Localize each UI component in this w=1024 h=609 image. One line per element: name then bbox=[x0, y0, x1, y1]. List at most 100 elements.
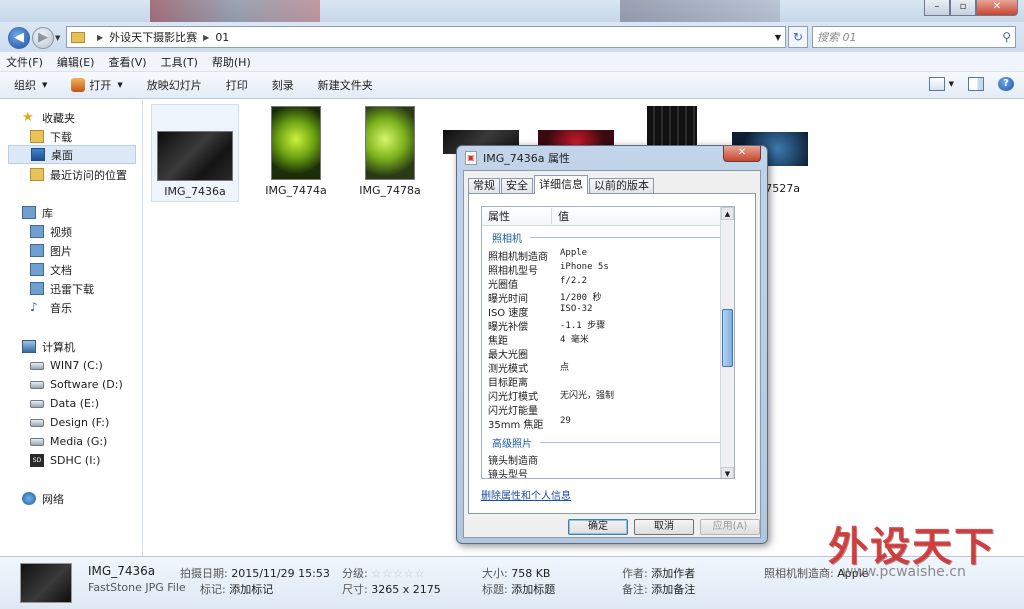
sidebar-item-desktop[interactable]: 桌面 bbox=[8, 145, 136, 164]
tags-value[interactable]: 添加标记 bbox=[229, 583, 273, 596]
forward-button[interactable]: ▶ bbox=[32, 27, 54, 49]
group-divider bbox=[540, 442, 722, 443]
property-row[interactable]: 最大光圈 bbox=[488, 346, 560, 361]
property-list: 属性 值 照相机 照相机制造商 Apple 照相机型号 iPhone 5s 光圈值 f… bbox=[481, 206, 735, 479]
dimensions-label: 尺寸: bbox=[342, 583, 368, 596]
back-button[interactable]: ◀ bbox=[8, 27, 30, 49]
ok-button[interactable]: 确定 bbox=[568, 519, 628, 535]
property-row[interactable]: ISO 速度 ISO-32 bbox=[488, 304, 593, 319]
tab-previous-versions[interactable]: 以前的版本 bbox=[589, 178, 654, 194]
address-bar-row: ◀ ▶ ▼ ▶ 外设天下摄影比赛 ▶ 01 ▼ ↻ 搜索 01 ⚲ bbox=[0, 22, 1024, 52]
close-window-button[interactable]: ✕ bbox=[976, 0, 1018, 16]
scroll-up-icon[interactable]: ▲ bbox=[721, 207, 734, 220]
maximize-button[interactable]: ▫ bbox=[950, 0, 976, 16]
slideshow-button[interactable]: 放映幻灯片 bbox=[147, 77, 202, 93]
command-bar: 组织 ▼ 打开 ▼ 放映幻灯片 打印 刻录 新建文件夹 ▼ ? bbox=[0, 72, 1024, 99]
property-row[interactable]: 镜头型号 bbox=[488, 466, 560, 478]
tab-security[interactable]: 安全 bbox=[501, 178, 533, 194]
file-name: IMG_7478a bbox=[359, 184, 421, 197]
open-button[interactable]: 打开 ▼ bbox=[71, 77, 123, 93]
menu-edit[interactable]: 编辑(E) bbox=[57, 54, 95, 70]
breadcrumb-item[interactable]: 01 bbox=[215, 31, 229, 44]
sidebar-item-label: 计算机 bbox=[42, 340, 75, 354]
dialog-close-button[interactable]: ✕ bbox=[723, 146, 761, 162]
view-options-icon[interactable] bbox=[928, 77, 945, 91]
file-item[interactable]: IMG_7474a bbox=[252, 104, 340, 202]
burn-button[interactable]: 刻录 bbox=[272, 77, 294, 93]
search-icon[interactable]: ⚲ bbox=[1002, 30, 1011, 44]
property-list-scrollbar[interactable]: ▲ ▼ bbox=[720, 207, 734, 478]
organize-button[interactable]: 组织 ▼ bbox=[14, 77, 47, 93]
title-label: 标题: bbox=[482, 583, 508, 596]
search-placeholder: 搜索 01 bbox=[817, 31, 857, 44]
comment-value[interactable]: 添加备注 bbox=[651, 583, 695, 596]
menu-view[interactable]: 查看(V) bbox=[108, 54, 146, 70]
sidebar-item-libraries[interactable]: 库 bbox=[22, 203, 164, 222]
minimize-button[interactable]: – bbox=[924, 0, 950, 16]
menu-tools[interactable]: 工具(T) bbox=[161, 54, 198, 70]
property-row[interactable]: 照相机制造商 Apple bbox=[488, 248, 587, 263]
property-row[interactable]: 曝光补偿 -1.1 步骤 bbox=[488, 318, 605, 333]
chevron-down-icon[interactable]: ▼ bbox=[949, 80, 954, 88]
sidebar-item-label: Software (D:) bbox=[50, 378, 123, 391]
group-label: 高级照片 bbox=[492, 439, 532, 450]
property-name: 35mm 焦距 bbox=[488, 420, 544, 431]
property-row[interactable]: 曝光时间 1/200 秒 bbox=[488, 290, 602, 305]
property-row[interactable]: 光圈值 f/2.2 bbox=[488, 276, 587, 291]
preview-pane-icon[interactable] bbox=[968, 77, 984, 91]
title-banner-image bbox=[150, 0, 320, 22]
tab-details[interactable]: 详细信息 bbox=[534, 175, 588, 194]
folder-icon bbox=[71, 31, 85, 43]
help-icon[interactable]: ? bbox=[998, 77, 1014, 91]
cancel-button[interactable]: 取消 bbox=[634, 519, 694, 535]
rating-stars-icon[interactable]: ☆☆☆☆☆ bbox=[371, 567, 425, 580]
sidebar-item-favorites[interactable]: ★ 收藏夹 bbox=[22, 108, 164, 127]
property-row[interactable]: 闪光灯能量 bbox=[488, 402, 560, 417]
sidebar-item-label: 视频 bbox=[50, 225, 72, 239]
new-folder-button[interactable]: 新建文件夹 bbox=[318, 77, 373, 93]
scrollbar-thumb[interactable] bbox=[722, 309, 733, 367]
sidebar-item-label: SDHC (I:) bbox=[50, 454, 101, 467]
scroll-down-icon[interactable]: ▼ bbox=[721, 467, 734, 478]
remove-properties-link[interactable]: 删除属性和个人信息 bbox=[481, 487, 571, 502]
column-header-property[interactable]: 属性 bbox=[482, 208, 552, 224]
address-dropdown-icon[interactable]: ▼ bbox=[775, 33, 781, 42]
property-row[interactable]: 镜头制造商 bbox=[488, 452, 560, 467]
file-item[interactable]: IMG_7478a bbox=[346, 104, 434, 202]
desktop-icon bbox=[31, 148, 45, 161]
tab-general[interactable]: 常规 bbox=[468, 178, 500, 194]
tags-field: 标记: 添加标记 bbox=[200, 581, 273, 597]
file-item[interactable]: IMG_7436a bbox=[151, 104, 239, 202]
sidebar-item-computer[interactable]: 计算机 bbox=[22, 337, 164, 356]
file-thumbnail bbox=[271, 106, 321, 180]
menu-help[interactable]: 帮助(H) bbox=[212, 54, 251, 70]
breadcrumb-item[interactable]: 外设天下摄影比赛 bbox=[109, 29, 197, 45]
sidebar-item-label: 库 bbox=[42, 206, 53, 220]
address-input[interactable]: ▶ 外设天下摄影比赛 ▶ 01 ▼ bbox=[66, 26, 786, 48]
apply-button[interactable]: 应用(A) bbox=[700, 519, 760, 535]
title-value[interactable]: 添加标题 bbox=[511, 583, 555, 596]
property-row[interactable]: 测光模式 点 bbox=[488, 360, 569, 375]
window-controls: – ▫ ✕ bbox=[924, 0, 1018, 16]
print-button[interactable]: 打印 bbox=[226, 77, 248, 93]
search-input[interactable]: 搜索 01 ⚲ bbox=[812, 26, 1016, 48]
camera-maker-label: 照相机制造商: bbox=[764, 567, 834, 580]
dialog-title: IMG_7436a 属性 bbox=[483, 152, 570, 165]
property-row[interactable]: 35mm 焦距 29 bbox=[488, 416, 571, 431]
author-value[interactable]: 添加作者 bbox=[651, 567, 695, 580]
open-app-icon bbox=[71, 78, 86, 92]
recent-pages-dropdown[interactable]: ▼ bbox=[55, 34, 60, 42]
date-taken-value[interactable]: 2015/11/29 15:53 bbox=[231, 567, 330, 580]
property-name: 曝光补偿 bbox=[488, 322, 528, 333]
property-row[interactable]: 焦距 4 毫米 bbox=[488, 332, 589, 347]
property-row[interactable]: 目标距离 bbox=[488, 374, 560, 389]
property-row[interactable]: 照相机型号 iPhone 5s bbox=[488, 262, 609, 277]
image-file-icon: ▣ bbox=[465, 151, 477, 165]
sidebar-item-label: Data (E:) bbox=[50, 397, 100, 410]
property-row[interactable]: 闪光灯模式 无闪光，强制 bbox=[488, 388, 614, 403]
sidebar-item-network[interactable]: 网络 bbox=[22, 489, 164, 508]
menu-file[interactable]: 文件(F) bbox=[6, 54, 43, 70]
property-name: 目标距离 bbox=[488, 378, 528, 389]
refresh-button[interactable]: ↻ bbox=[788, 26, 808, 48]
column-header-value[interactable]: 值 bbox=[552, 208, 569, 224]
